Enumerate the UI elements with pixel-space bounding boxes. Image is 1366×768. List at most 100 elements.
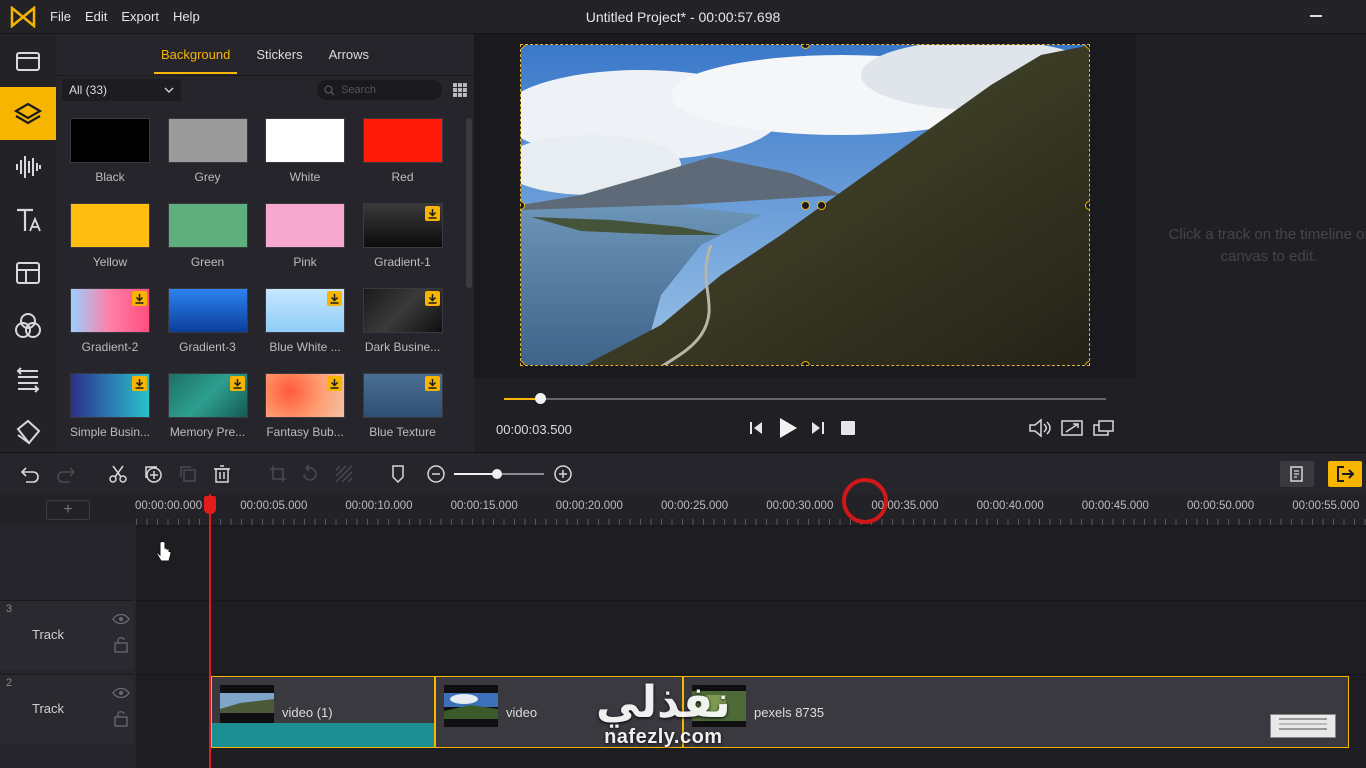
download-icon[interactable] (424, 206, 440, 221)
background-swatch (362, 288, 443, 333)
fullscreen-icon[interactable] (1092, 418, 1116, 438)
zoom-slider-knob[interactable] (492, 469, 503, 479)
play-icon[interactable] (777, 416, 799, 440)
rotate-handle-secondary[interactable] (817, 201, 826, 210)
background-tile[interactable]: Memory Pre... (167, 373, 248, 439)
zoom-slider[interactable] (454, 469, 544, 479)
background-swatch (362, 203, 443, 248)
download-icon[interactable] (424, 376, 440, 391)
zoom-out-icon[interactable] (426, 464, 446, 484)
ruler-time-label: 00:00:55.000 (1292, 500, 1360, 512)
background-tile[interactable]: Simple Busin... (70, 373, 150, 439)
delete-icon[interactable] (212, 464, 232, 484)
search-placeholder: Search (341, 84, 376, 96)
next-frame-icon[interactable] (810, 418, 826, 438)
download-icon[interactable] (229, 376, 245, 391)
background-tile[interactable]: White (265, 118, 345, 184)
zoom-in-icon[interactable] (553, 464, 573, 484)
volume-icon[interactable] (1028, 418, 1052, 438)
add-clip-icon[interactable] (143, 464, 163, 484)
tab-background[interactable]: Background (150, 37, 241, 74)
background-tile[interactable]: Red (362, 118, 443, 184)
download-icon[interactable] (327, 291, 342, 306)
add-track-button[interactable]: + (46, 500, 90, 520)
preview-canvas[interactable] (520, 44, 1090, 366)
lock-icon[interactable] (113, 709, 129, 727)
sidebar-item-filters[interactable] (0, 299, 56, 352)
background-swatch (362, 118, 443, 163)
rotate-handle[interactable] (801, 201, 810, 210)
background-tile[interactable]: Blue Texture (362, 373, 443, 439)
background-tile[interactable]: Gradient-1 (362, 203, 443, 269)
tab-stickers[interactable]: Stickers (245, 37, 313, 72)
ruler-time-label: 00:00:20.000 (555, 500, 623, 512)
marker-icon[interactable] (388, 464, 408, 484)
menu-edit[interactable]: Edit (85, 9, 107, 24)
download-icon[interactable] (424, 291, 440, 306)
empty-lane[interactable] (136, 526, 1366, 600)
mosaic-icon[interactable] (334, 464, 354, 484)
video-clip[interactable]: video (1) (211, 676, 435, 748)
clip-thumbnail (220, 685, 274, 727)
track-lane-3[interactable] (136, 600, 1366, 674)
background-tile[interactable]: Black (70, 118, 150, 184)
previous-frame-icon[interactable] (748, 418, 764, 438)
library-scrollbar[interactable] (466, 118, 472, 288)
copy-icon[interactable] (178, 464, 198, 484)
playhead-line[interactable] (209, 494, 211, 768)
download-icon[interactable] (132, 291, 147, 306)
lock-icon[interactable] (113, 635, 129, 653)
download-icon[interactable] (327, 376, 342, 391)
download-icon[interactable] (132, 376, 147, 391)
save-project-button[interactable] (1280, 461, 1314, 487)
playback-progress-bar[interactable] (504, 393, 1106, 404)
sidebar-item-media[interactable] (0, 34, 56, 87)
background-tile[interactable]: Blue White ... (265, 288, 345, 354)
sidebar-item-elements[interactable] (0, 87, 56, 140)
cut-icon[interactable] (108, 464, 128, 484)
background-tile[interactable]: Grey (167, 118, 248, 184)
category-select[interactable]: All (33) (62, 79, 182, 101)
background-tile[interactable]: Dark Busine... (362, 288, 443, 354)
track-header[interactable]: 2 Track (0, 674, 134, 744)
resize-handle-right[interactable] (1085, 201, 1089, 210)
background-tile[interactable]: Gradient-2 (70, 288, 150, 354)
export-button[interactable] (1328, 461, 1362, 487)
background-tile[interactable]: Green (167, 203, 248, 269)
crop-icon[interactable] (268, 464, 288, 484)
sidebar-item-transitions[interactable] (0, 352, 56, 405)
menu-help[interactable]: Help (173, 9, 200, 24)
video-clip[interactable]: pexels 8735 (683, 676, 1349, 748)
background-tile[interactable]: Yellow (70, 203, 150, 269)
sidebar-item-templates[interactable] (0, 246, 56, 299)
timeline-toolbar (0, 452, 1366, 494)
track-header[interactable]: 3 Track (0, 600, 134, 670)
sidebar-item-text[interactable] (0, 193, 56, 246)
resize-handle-bottom-right[interactable] (1085, 361, 1089, 365)
playhead-handle[interactable] (204, 496, 216, 514)
playback-progress-knob[interactable] (535, 393, 547, 404)
menu-file[interactable]: File (50, 9, 71, 24)
grid-view-icon[interactable] (452, 82, 468, 98)
minimize-button[interactable] (1310, 15, 1322, 17)
resize-handle-bottom[interactable] (801, 361, 810, 365)
sidebar-item-audio[interactable] (0, 140, 56, 193)
eye-icon[interactable] (112, 613, 130, 625)
track-name: Track (32, 627, 65, 642)
time-ruler[interactable]: 00:00:00.000 00:00:05.000 00:00:10.000 00:0… (135, 494, 1366, 526)
sidebar-item-overlays[interactable] (0, 405, 56, 458)
rotate-icon[interactable] (300, 464, 320, 484)
stop-icon[interactable] (840, 418, 856, 438)
properties-panel: Click a track on the timeline or canvas … (1136, 34, 1366, 452)
search-input[interactable]: Search (317, 80, 443, 100)
redo-icon[interactable] (56, 464, 76, 484)
tab-arrows[interactable]: Arrows (318, 37, 380, 72)
background-tile[interactable]: Gradient-3 (167, 288, 248, 354)
background-tile[interactable]: Fantasy Bub... (265, 373, 345, 439)
menu-export[interactable]: Export (121, 9, 159, 24)
aspect-ratio-icon[interactable] (1060, 418, 1084, 438)
ruler-time-label: 00:00:30.000 (766, 500, 834, 512)
eye-icon[interactable] (112, 687, 130, 699)
undo-icon[interactable] (20, 464, 40, 484)
background-tile[interactable]: Pink (265, 203, 345, 269)
